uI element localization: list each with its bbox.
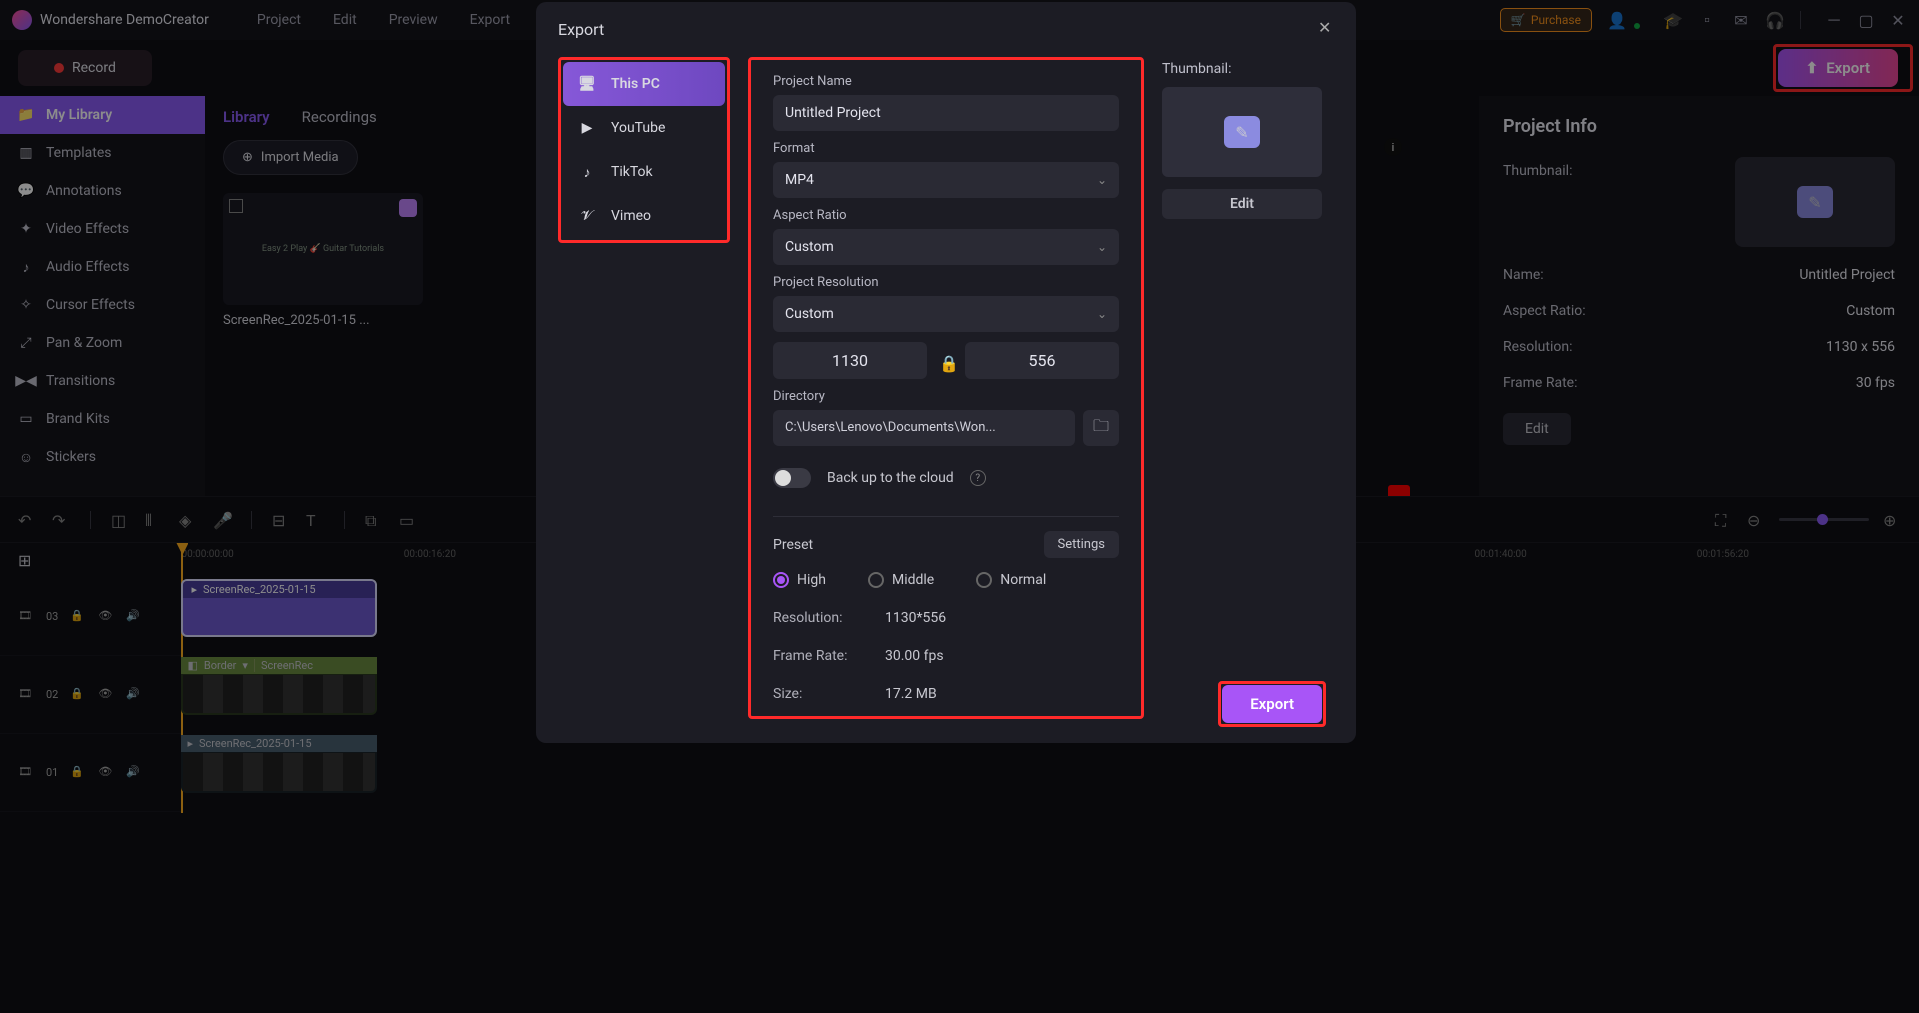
radio-label: Middle [892, 572, 934, 588]
directory-label: Directory [773, 389, 1119, 404]
dest-this-pc[interactable]: 🖥 This PC [563, 62, 725, 106]
export-destinations: 🖥 This PC ▶ YouTube ♪ TikTok 𝓥 Vimeo [558, 57, 730, 719]
dest-label: Vimeo [611, 208, 651, 224]
thumbnail-preview[interactable]: ✎ [1162, 87, 1322, 177]
resolution-width-input[interactable]: 1130 [773, 342, 927, 379]
tiktok-icon: ♪ [577, 164, 597, 180]
aspect-value: Custom [785, 239, 834, 255]
vimeo-icon: 𝓥 [577, 208, 597, 224]
modal-title: Export [536, 2, 1356, 57]
export-thumbnail-column: Thumbnail: ✎ Edit [1162, 57, 1334, 719]
youtube-icon: ▶ [577, 120, 597, 136]
format-value: MP4 [785, 172, 814, 188]
output-size-label: Size: [773, 686, 863, 702]
cloud-backup-label: Back up to the cloud [827, 470, 954, 486]
modal-export-highlight: Export [1218, 681, 1326, 727]
project-resolution-select[interactable]: Custom ⌄ [773, 296, 1119, 332]
chevron-down-icon: ⌄ [1097, 173, 1107, 187]
project-name-input[interactable] [773, 95, 1119, 131]
thumbnail-label: Thumbnail: [1162, 61, 1334, 77]
chevron-down-icon: ⌄ [1097, 307, 1107, 321]
chevron-down-icon: ⌄ [1097, 240, 1107, 254]
help-icon[interactable]: ? [970, 470, 986, 486]
modal-close-button[interactable]: ✕ [1318, 18, 1338, 38]
preset-middle-radio[interactable]: Middle [868, 572, 934, 588]
format-label: Format [773, 141, 1119, 156]
modal-export-button[interactable]: Export [1222, 685, 1322, 723]
export-destinations-highlight: 🖥 This PC ▶ YouTube ♪ TikTok 𝓥 Vimeo [558, 57, 730, 243]
browse-folder-button[interactable]: 🗀 [1083, 410, 1119, 446]
dest-label: This PC [611, 76, 660, 92]
aspect-ratio-label: Aspect Ratio [773, 208, 1119, 223]
export-modal: Export ✕ 🖥 This PC ▶ YouTube ♪ TikTok 𝓥 Vime… [536, 2, 1356, 743]
radio-label: Normal [1000, 572, 1046, 588]
project-resolution-label: Project Resolution [773, 275, 1119, 290]
output-resolution-label: Resolution: [773, 610, 863, 626]
export-form-highlight: Project Name Format MP4 ⌄ Aspect Ratio Cu… [748, 57, 1144, 719]
resolution-height-input[interactable]: 556 [965, 342, 1119, 379]
dest-youtube[interactable]: ▶ YouTube [563, 106, 725, 150]
preset-radio-group: High Middle Normal [773, 572, 1119, 588]
radio-label: High [797, 572, 826, 588]
dest-tiktok[interactable]: ♪ TikTok [563, 150, 725, 194]
dest-vimeo[interactable]: 𝓥 Vimeo [563, 194, 725, 238]
output-fps-value: 30.00 fps [885, 648, 944, 664]
project-name-label: Project Name [773, 74, 1119, 89]
divider [773, 516, 1119, 517]
output-fps-label: Frame Rate: [773, 648, 863, 664]
cloud-backup-toggle[interactable] [773, 468, 811, 488]
output-size-value: 17.2 MB [885, 686, 937, 702]
output-resolution-value: 1130*556 [885, 610, 946, 626]
preset-normal-radio[interactable]: Normal [976, 572, 1046, 588]
aspect-ratio-select[interactable]: Custom ⌄ [773, 229, 1119, 265]
preset-high-radio[interactable]: High [773, 572, 826, 588]
thumbnail-edit-button[interactable]: Edit [1162, 189, 1322, 219]
preset-settings-button[interactable]: Settings [1044, 531, 1119, 558]
edit-pencil-icon: ✎ [1224, 116, 1260, 148]
dest-label: YouTube [611, 120, 665, 136]
directory-input[interactable]: C:\Users\Lenovo\Documents\Won... [773, 410, 1075, 446]
format-select[interactable]: MP4 ⌄ [773, 162, 1119, 198]
folder-icon: 🗀 [1093, 415, 1109, 442]
lock-aspect-icon[interactable]: 🔒 [939, 354, 953, 368]
monitor-icon: 🖥 [577, 76, 597, 92]
resolution-value: Custom [785, 306, 834, 322]
toggle-knob [775, 470, 791, 486]
dest-label: TikTok [611, 164, 653, 180]
preset-label: Preset [773, 537, 813, 553]
